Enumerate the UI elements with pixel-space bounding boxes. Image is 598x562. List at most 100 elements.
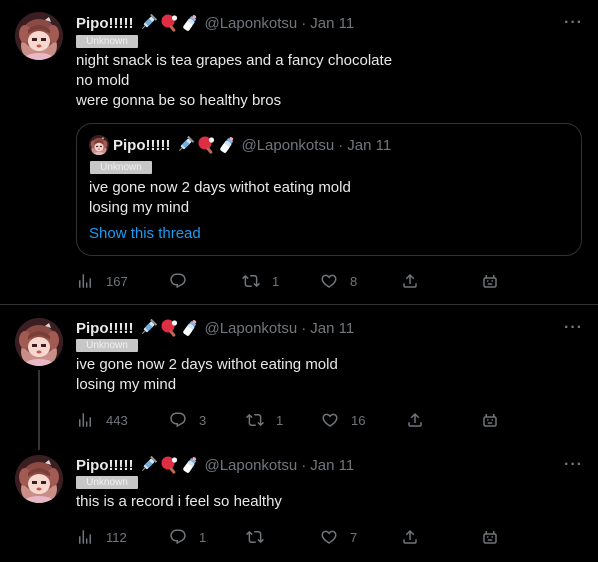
- unknown-badge: Unknown: [76, 339, 138, 352]
- quoted-author-name: Pipo!!!!!: [113, 136, 171, 154]
- tweet-text: ive gone now 2 days withot eating mold l…: [76, 355, 338, 395]
- author-emojis: [138, 13, 200, 33]
- like-button[interactable]: 16: [321, 410, 365, 430]
- baby-bottle-icon: [180, 318, 200, 338]
- tweet-header: Pipo!!!!! @Laponkotsu · Jan 11: [76, 13, 354, 33]
- tweet-text-line: losing my mind: [76, 376, 177, 393]
- tweet-header: Pipo!!!!! @Laponkotsu · Jan 11: [76, 318, 354, 338]
- bot-button[interactable]: [481, 410, 499, 430]
- retweet-icon: [246, 528, 264, 546]
- retweet-icon: [242, 272, 260, 290]
- bot-button[interactable]: [481, 527, 499, 547]
- reply-count: 1: [199, 529, 207, 545]
- avatar[interactable]: [15, 455, 63, 503]
- thread-connector: [38, 370, 40, 450]
- quoted-header: Pipo!!!!! @Laponkotsu · Jan 11: [113, 135, 391, 155]
- reply-icon: [169, 411, 187, 429]
- retweet-icon: [246, 411, 264, 429]
- ping-pong-icon: [159, 13, 179, 33]
- share-icon: [401, 528, 419, 546]
- reply-button[interactable]: 1: [169, 527, 206, 547]
- share-icon: [401, 272, 419, 290]
- author-handle[interactable]: @Laponkotsu: [204, 457, 297, 474]
- more-options-icon[interactable]: ···: [564, 14, 583, 32]
- avatar[interactable]: [15, 318, 63, 366]
- quoted-date: Jan 11: [347, 136, 392, 154]
- author-emojis: [138, 318, 200, 338]
- tweet-actions: 112 1 7: [76, 527, 506, 547]
- share-button[interactable]: [401, 271, 419, 291]
- tweet-text-line: this is a record i feel so healthy: [76, 493, 282, 510]
- views-button[interactable]: 443: [76, 410, 128, 430]
- quoted-author-emojis: [175, 135, 237, 155]
- like-icon: [320, 272, 338, 290]
- views-button[interactable]: 167: [76, 271, 128, 291]
- syringe-icon: [138, 318, 158, 338]
- unknown-badge: Unknown: [76, 476, 138, 489]
- tweet-text-line: no mold: [76, 72, 130, 89]
- like-count: 7: [350, 529, 358, 545]
- share-button[interactable]: [406, 410, 424, 430]
- separator-dot: ·: [301, 456, 307, 474]
- syringe-icon: [138, 455, 158, 475]
- syringe-icon: [138, 13, 158, 33]
- reply-button[interactable]: 3: [169, 410, 206, 430]
- quoted-text-line: losing my mind: [89, 199, 190, 216]
- more-options-icon[interactable]: ···: [564, 456, 583, 474]
- author-handle[interactable]: @Laponkotsu: [204, 15, 297, 32]
- bot-button[interactable]: [481, 271, 499, 291]
- retweet-button[interactable]: 1: [242, 271, 279, 291]
- robot-icon: [481, 272, 499, 290]
- tweet-3[interactable]: Pipo!!!!! @Laponkotsu · Jan 11 Unknown ·…: [0, 447, 598, 561]
- tweet-date[interactable]: Jan 11: [310, 15, 354, 32]
- show-thread-link[interactable]: Show this thread: [89, 225, 201, 242]
- share-icon: [406, 411, 424, 429]
- like-button[interactable]: 8: [320, 271, 357, 291]
- tweet-date[interactable]: Jan 11: [310, 457, 354, 474]
- author-handle[interactable]: @Laponkotsu: [204, 320, 297, 337]
- reply-icon: [169, 272, 187, 290]
- reply-count: 3: [199, 412, 207, 428]
- author-emojis: [138, 455, 200, 475]
- views-icon: [76, 528, 94, 546]
- baby-bottle-icon: [180, 13, 200, 33]
- syringe-icon: [175, 135, 195, 155]
- views-icon: [76, 411, 94, 429]
- tweet-2[interactable]: Pipo!!!!! @Laponkotsu · Jan 11 Unknown ·…: [0, 305, 598, 450]
- like-icon: [320, 528, 338, 546]
- views-count: 112: [106, 529, 127, 545]
- tweet-1[interactable]: Pipo!!!!! @Laponkotsu · Jan 11 Unknown ·…: [0, 0, 598, 304]
- retweet-button[interactable]: [246, 527, 276, 547]
- tweet-date[interactable]: Jan 11: [310, 320, 354, 337]
- author-name[interactable]: Pipo!!!!!: [76, 320, 133, 337]
- reply-icon: [169, 528, 187, 546]
- views-count: 443: [106, 412, 128, 428]
- robot-icon: [481, 528, 499, 546]
- author-name[interactable]: Pipo!!!!!: [76, 457, 133, 474]
- tweet-header: Pipo!!!!! @Laponkotsu · Jan 11: [76, 455, 354, 475]
- quoted-unknown-badge: Unknown: [90, 161, 152, 174]
- separator-dot: ·: [338, 136, 344, 154]
- unknown-badge: Unknown: [76, 35, 138, 48]
- retweet-button[interactable]: 1: [246, 410, 283, 430]
- tweet-actions: 167 1 8: [76, 271, 506, 291]
- reply-button[interactable]: [169, 271, 199, 291]
- views-button[interactable]: 112: [76, 527, 127, 547]
- baby-bottle-icon: [217, 135, 237, 155]
- robot-icon: [481, 411, 499, 429]
- quoted-author-handle: @Laponkotsu: [241, 136, 335, 154]
- like-count: 8: [350, 273, 358, 289]
- separator-dot: ·: [301, 14, 307, 32]
- tweet-text-line: night snack is tea grapes and a fancy ch…: [76, 52, 393, 69]
- ping-pong-icon: [196, 135, 216, 155]
- tweet-text: night snack is tea grapes and a fancy ch…: [76, 51, 392, 111]
- more-options-icon[interactable]: ···: [564, 319, 583, 337]
- quoted-text-line: ive gone now 2 days withot eating mold: [89, 179, 351, 196]
- avatar[interactable]: [15, 12, 63, 60]
- like-button[interactable]: 7: [320, 527, 357, 547]
- views-count: 167: [106, 273, 128, 289]
- quoted-tweet[interactable]: Pipo!!!!! @Laponkotsu · Jan 11 Unknown i…: [76, 123, 582, 256]
- author-name[interactable]: Pipo!!!!!: [76, 15, 133, 32]
- quoted-text: ive gone now 2 days withot eating mold l…: [89, 178, 351, 218]
- share-button[interactable]: [401, 527, 419, 547]
